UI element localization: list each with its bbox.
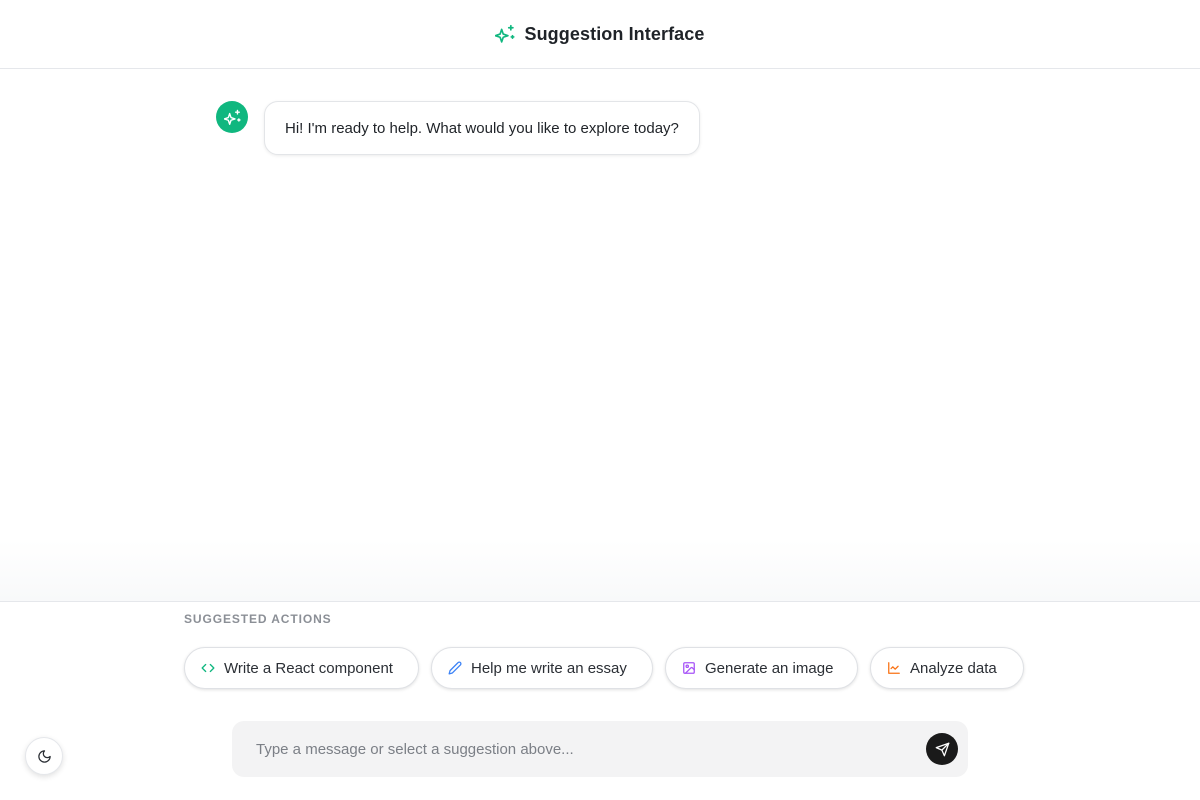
chat-fade [0, 540, 1200, 601]
chart-line-icon [887, 661, 901, 675]
image-icon [682, 661, 696, 675]
theme-toggle-button[interactable] [25, 737, 63, 775]
suggestion-label: Help me write an essay [471, 659, 627, 677]
send-button[interactable] [926, 733, 958, 765]
suggestion-label: Generate an image [705, 659, 834, 677]
suggestion-label: Write a React component [224, 659, 393, 677]
assistant-message: Hi! I'm ready to help. What would you li… [216, 101, 700, 155]
sparkles-icon [495, 24, 516, 44]
suggestion-analyze-data[interactable]: Analyze data [870, 647, 1024, 689]
send-icon [935, 742, 950, 757]
suggestion-label: Analyze data [910, 659, 997, 677]
page-title: Suggestion Interface [524, 23, 705, 44]
message-input[interactable] [256, 740, 926, 758]
assistant-avatar [216, 101, 248, 133]
suggestion-write-essay[interactable]: Help me write an essay [431, 647, 653, 689]
suggestion-generate-image[interactable]: Generate an image [665, 647, 858, 689]
suggestions-label: SUGGESTED ACTIONS [184, 612, 332, 626]
code-icon [201, 661, 215, 675]
app-header: Suggestion Interface [0, 0, 1200, 69]
moon-icon [37, 749, 52, 764]
pencil-icon [448, 661, 462, 675]
suggestions-panel: SUGGESTED ACTIONS Write a React componen… [0, 601, 1200, 800]
suggestion-write-react-component[interactable]: Write a React component [184, 647, 419, 689]
message-composer [232, 721, 968, 777]
chat-area: Hi! I'm ready to help. What would you li… [0, 69, 1200, 601]
suggestion-chips: Write a React component Help me write an… [184, 647, 1024, 689]
sparkles-icon [223, 109, 241, 126]
message-bubble: Hi! I'm ready to help. What would you li… [264, 101, 700, 155]
